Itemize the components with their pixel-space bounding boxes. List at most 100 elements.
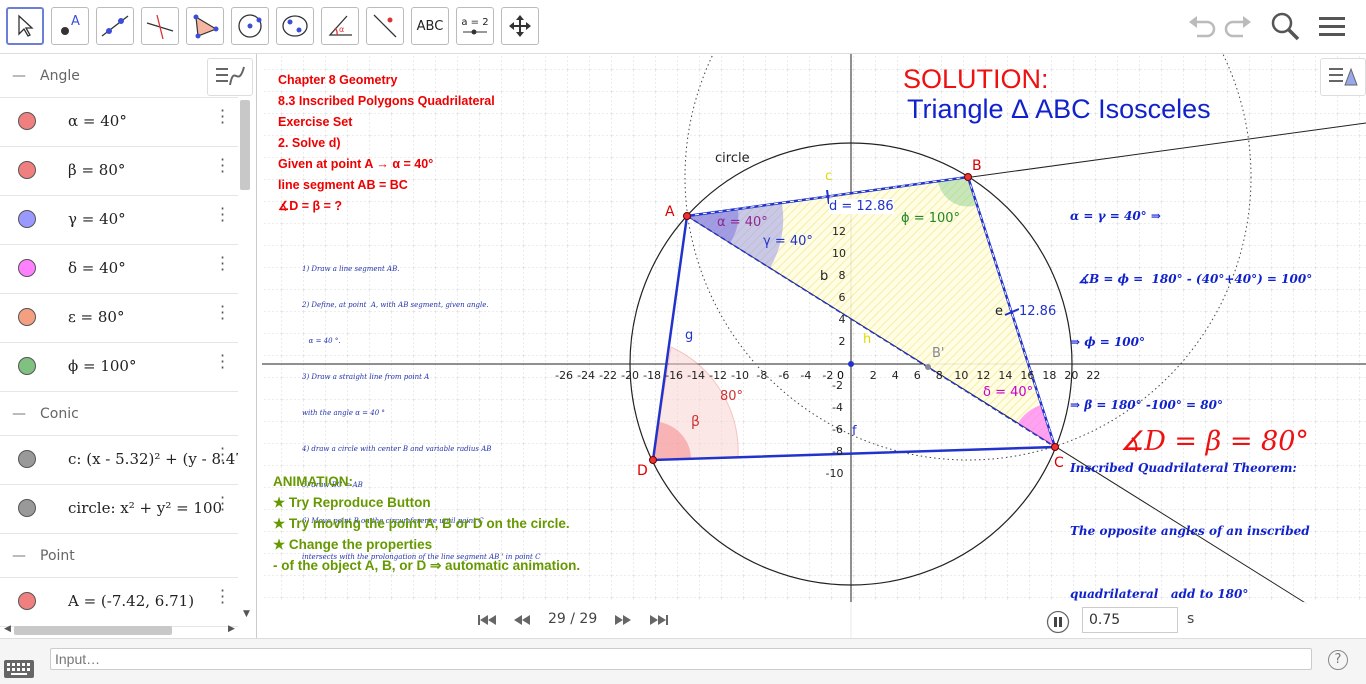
algebra-expression[interactable]: α = 40° bbox=[68, 112, 238, 130]
more-options-icon[interactable]: · · · bbox=[220, 441, 225, 469]
keyboard-icon[interactable] bbox=[4, 660, 34, 678]
point-a[interactable] bbox=[683, 212, 691, 220]
algebra-group-point[interactable]: — Point bbox=[0, 534, 238, 578]
algebra-expression[interactable]: ε = 80° bbox=[68, 308, 238, 326]
visibility-toggle-icon[interactable] bbox=[18, 357, 36, 375]
visibility-toggle-icon[interactable] bbox=[18, 112, 36, 130]
next-step-icon[interactable] bbox=[614, 614, 632, 626]
algebra-expression[interactable]: circle: x² + y² = 100 bbox=[68, 499, 238, 517]
algebra-expression[interactable]: β = 80° bbox=[68, 161, 238, 179]
algebra-item[interactable]: circle: x² + y² = 100 · · · bbox=[0, 485, 238, 534]
main-menu-button[interactable] bbox=[1314, 8, 1350, 44]
algebra-expression[interactable]: δ = 40° bbox=[68, 259, 238, 277]
algebra-expression[interactable]: c: (x - 5.32)² + (y - 8.47) bbox=[68, 450, 238, 468]
more-options-icon[interactable]: · · · bbox=[220, 152, 225, 180]
algebra-expression[interactable]: γ = 40° bbox=[68, 210, 238, 228]
label-e: e bbox=[995, 304, 1003, 319]
point-c[interactable] bbox=[1051, 443, 1059, 451]
label-b-prime: B' bbox=[932, 346, 945, 361]
algebra-vertical-scrollbar[interactable] bbox=[240, 100, 250, 190]
line-icon bbox=[101, 15, 129, 37]
visibility-toggle-icon[interactable] bbox=[18, 499, 36, 517]
more-options-icon[interactable]: · · · bbox=[220, 250, 225, 278]
point-b-prime[interactable] bbox=[925, 364, 931, 370]
pause-icon[interactable] bbox=[1046, 610, 1070, 634]
algebra-item[interactable]: c: (x - 5.32)² + (y - 8.47) · · · bbox=[0, 436, 238, 485]
algebra-expression[interactable]: ϕ = 100° bbox=[68, 357, 238, 375]
more-options-icon[interactable]: · · · bbox=[220, 103, 225, 131]
algebra-input[interactable]: Input… bbox=[50, 648, 1312, 670]
point-b[interactable] bbox=[964, 173, 972, 181]
scroll-down-arrow-icon[interactable]: ▼ bbox=[243, 609, 250, 619]
more-options-icon[interactable]: · · · bbox=[220, 348, 225, 376]
help-button[interactable]: ? bbox=[1328, 650, 1348, 670]
x-tick-label: 16 bbox=[1020, 369, 1035, 382]
algebra-item[interactable]: ε = 80° · · · bbox=[0, 294, 238, 343]
point-d[interactable] bbox=[649, 456, 657, 464]
circle-tool-button[interactable] bbox=[231, 7, 269, 45]
first-step-icon[interactable] bbox=[478, 614, 496, 626]
algebra-item[interactable]: β = 80° · · · bbox=[0, 147, 238, 196]
ellipse-tool-button[interactable] bbox=[276, 7, 314, 45]
point-tool-button[interactable]: A bbox=[51, 7, 89, 45]
x-tick-label: -12 bbox=[709, 369, 728, 382]
algebra-item[interactable]: γ = 40° · · · bbox=[0, 196, 238, 245]
algebra-group-angle[interactable]: — Angle bbox=[0, 54, 238, 98]
search-icon bbox=[1271, 12, 1300, 41]
svg-text:A: A bbox=[71, 14, 80, 29]
animation-line: ★ Try Reproduce Button bbox=[273, 495, 431, 510]
collapse-icon[interactable]: — bbox=[12, 548, 26, 564]
algebra-item[interactable]: α = 40° · · · bbox=[0, 98, 238, 147]
perpendicular-tool-button[interactable] bbox=[141, 7, 179, 45]
algebra-expression[interactable]: A = (-7.42, 6.71) bbox=[68, 592, 238, 610]
algebra-horizontal-scrollbar[interactable] bbox=[14, 626, 172, 635]
move-tool-button[interactable] bbox=[6, 7, 44, 45]
visibility-toggle-icon[interactable] bbox=[18, 308, 36, 326]
algebra-item[interactable]: ϕ = 100° · · · bbox=[0, 343, 238, 392]
more-options-icon[interactable]: · · · bbox=[220, 201, 225, 229]
scroll-right-arrow-icon[interactable]: ▶ bbox=[228, 624, 235, 634]
x-tick-label: 10 bbox=[954, 369, 969, 382]
graphics-style-bar-button[interactable] bbox=[1320, 58, 1366, 96]
slider-tool-button[interactable]: a = 2 bbox=[456, 7, 494, 45]
collapse-icon[interactable]: — bbox=[12, 68, 26, 84]
algebra-group-conic[interactable]: — Conic bbox=[0, 392, 238, 436]
visibility-toggle-icon[interactable] bbox=[18, 259, 36, 277]
search-button[interactable] bbox=[1267, 8, 1303, 44]
point-origin[interactable] bbox=[848, 361, 854, 367]
line-tool-button[interactable] bbox=[96, 7, 134, 45]
collapse-icon[interactable]: — bbox=[12, 406, 26, 422]
graphics-style-button[interactable] bbox=[207, 58, 253, 96]
visibility-toggle-icon[interactable] bbox=[18, 450, 36, 468]
polygon-tool-button[interactable] bbox=[186, 7, 224, 45]
more-options-icon[interactable]: · · · bbox=[220, 583, 225, 611]
y-tick-label: 10 bbox=[832, 247, 846, 260]
move-view-tool-button[interactable] bbox=[501, 7, 539, 45]
redo-icon bbox=[1224, 16, 1251, 38]
pointer-icon bbox=[18, 14, 34, 37]
problem-line: 8.3 Inscribed Polygons Quadrilateral bbox=[278, 94, 495, 108]
visibility-toggle-icon[interactable] bbox=[18, 210, 36, 228]
label-phi: ϕ = 100° bbox=[901, 211, 961, 226]
algebra-item[interactable]: δ = 40° · · · bbox=[0, 245, 238, 294]
more-options-icon[interactable]: · · · bbox=[220, 299, 225, 327]
more-options-icon[interactable]: · · · bbox=[220, 490, 225, 518]
algebra-view: — Angle α = 40° · · · β = 80° · · · γ = 40° … bbox=[0, 54, 257, 638]
x-tick-label: -22 bbox=[599, 369, 618, 382]
visibility-toggle-icon[interactable] bbox=[18, 161, 36, 179]
previous-step-icon[interactable] bbox=[513, 614, 531, 626]
undo-button[interactable] bbox=[1184, 8, 1220, 44]
scroll-left-arrow-icon[interactable]: ◀ bbox=[4, 624, 11, 634]
text-tool-button[interactable]: ABC bbox=[411, 7, 449, 45]
graphics-view[interactable]: -26 -24 -22 -20 -18 -16 -14 -12 -10 -8 -6 -4 -2 2 4 6 8 1… bbox=[262, 54, 1366, 638]
reflect-tool-button[interactable] bbox=[366, 7, 404, 45]
construction-playback-bar: 29 / 29 s bbox=[262, 602, 1366, 638]
visibility-toggle-icon[interactable] bbox=[18, 592, 36, 610]
problem-statement: Chapter 8 Geometry 8.3 Inscribed Polygon… bbox=[278, 70, 495, 217]
angle-tool-button[interactable]: α bbox=[321, 7, 359, 45]
algebra-item[interactable]: A = (-7.42, 6.71) · · · bbox=[0, 578, 238, 627]
redo-button[interactable] bbox=[1220, 8, 1256, 44]
solution-line: ⇒ β = 180° -100° = 80° bbox=[1070, 398, 1223, 412]
last-step-icon[interactable] bbox=[650, 614, 668, 626]
speed-input[interactable]: 0.75 bbox=[1082, 607, 1178, 633]
